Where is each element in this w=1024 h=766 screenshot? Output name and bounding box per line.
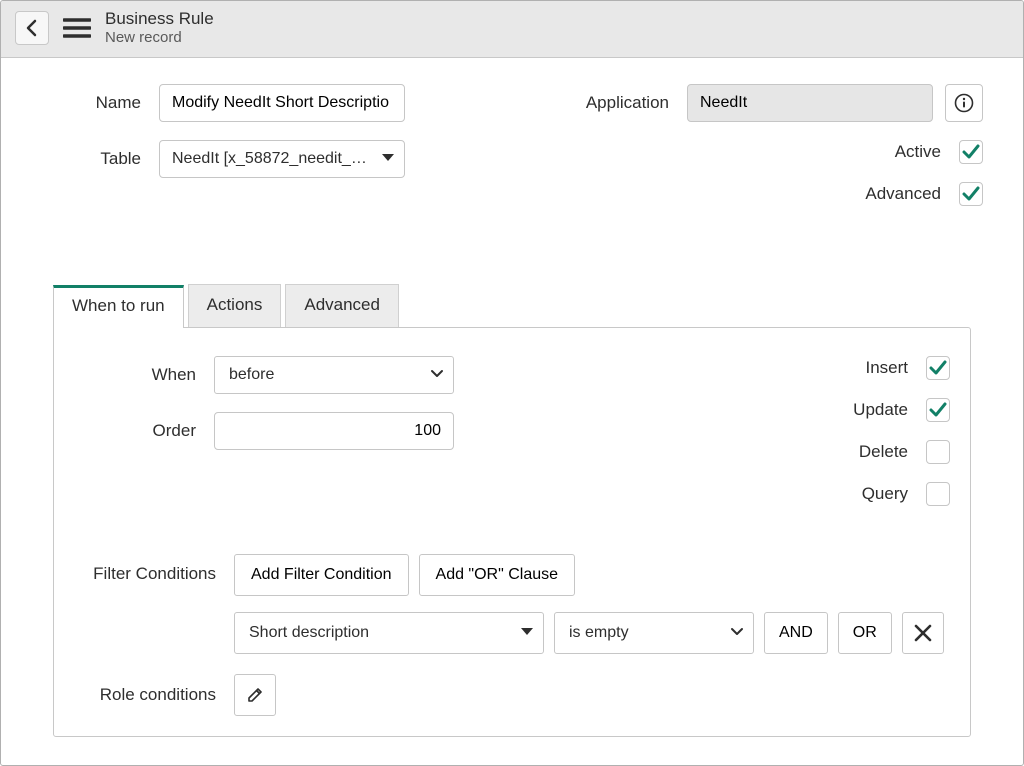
condition-field-value: Short description [249, 624, 369, 642]
application-info-button[interactable] [945, 84, 983, 122]
query-label: Query [542, 484, 926, 504]
condition-operator-value: is empty [569, 624, 629, 642]
condition-operator-select[interactable]: is empty [554, 612, 754, 654]
filter-conditions-label: Filter Conditions [74, 554, 234, 584]
delete-label: Delete [542, 442, 926, 462]
query-checkbox[interactable] [926, 482, 950, 506]
add-or-clause-button[interactable]: Add "OR" Clause [419, 554, 576, 596]
active-label: Active [542, 142, 959, 162]
page-subtitle: New record [105, 29, 214, 47]
check-icon [929, 360, 947, 376]
and-button[interactable]: AND [764, 612, 828, 654]
application-label: Application [542, 93, 687, 113]
close-icon [914, 624, 932, 642]
pencil-icon [246, 686, 264, 704]
tab-when-to-run[interactable]: When to run [53, 285, 184, 328]
check-icon [929, 402, 947, 418]
hamburger-icon [63, 17, 91, 39]
tab-panel-when-to-run: When before Order [53, 327, 971, 737]
table-select-value: NeedIt [x_58872_needit_… [172, 150, 367, 168]
or-button[interactable]: OR [838, 612, 892, 654]
edit-role-conditions-button[interactable] [234, 674, 276, 716]
tab-advanced[interactable]: Advanced [285, 284, 399, 327]
application-input [687, 84, 933, 122]
chevron-left-icon [25, 19, 39, 37]
insert-checkbox[interactable] [926, 356, 950, 380]
header-bar: Business Rule New record [1, 1, 1023, 58]
table-label: Table [41, 149, 159, 169]
info-icon [954, 93, 974, 113]
update-checkbox[interactable] [926, 398, 950, 422]
tab-actions[interactable]: Actions [188, 284, 282, 327]
add-filter-condition-button[interactable]: Add Filter Condition [234, 554, 409, 596]
when-label: When [74, 365, 214, 385]
delete-checkbox[interactable] [926, 440, 950, 464]
back-button[interactable] [15, 11, 49, 45]
table-select[interactable]: NeedIt [x_58872_needit_… [159, 140, 405, 178]
insert-label: Insert [542, 358, 926, 378]
when-select-value: before [229, 366, 274, 384]
name-input[interactable] [159, 84, 405, 122]
page-title: Business Rule [105, 9, 214, 29]
update-label: Update [542, 400, 926, 420]
advanced-checkbox[interactable] [959, 182, 983, 206]
advanced-label: Advanced [542, 184, 959, 204]
order-label: Order [74, 421, 214, 441]
role-conditions-label: Role conditions [74, 685, 234, 705]
check-icon [962, 186, 980, 202]
title-block: Business Rule New record [105, 9, 214, 47]
active-checkbox[interactable] [959, 140, 983, 164]
condition-field-select[interactable]: Short description [234, 612, 544, 654]
when-select[interactable]: before [214, 356, 454, 394]
remove-condition-button[interactable] [902, 612, 944, 654]
order-input[interactable] [214, 412, 454, 450]
check-icon [962, 144, 980, 160]
filter-condition-row: Short description is empty [234, 612, 944, 654]
tab-strip: When to run Actions Advanced [53, 284, 971, 327]
name-label: Name [41, 93, 159, 113]
menu-button[interactable] [63, 17, 91, 39]
